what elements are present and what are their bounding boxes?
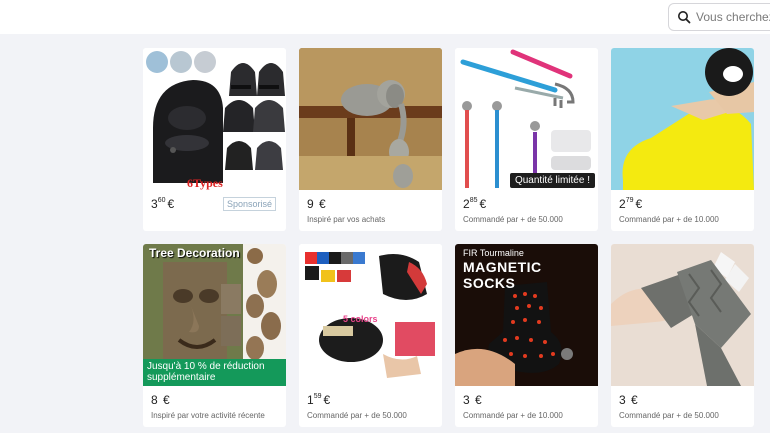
search-icon [678, 11, 691, 24]
image-title-tree-decoration: Tree Decoration [149, 246, 240, 260]
product-price: 360 € [151, 197, 175, 211]
product-image-balaclava[interactable]: 6Types [143, 48, 286, 190]
image-caption-5-colors: 5 colors [343, 314, 378, 324]
product-card[interactable]: 5 colors 159 € Commandé par + de 50.000 [299, 244, 442, 427]
product-card[interactable]: 279 € Commandé par + de 10.000 [611, 48, 754, 231]
product-card[interactable]: 6Types 360 € Sponsorisé [143, 48, 286, 231]
search-input[interactable] [696, 7, 770, 27]
product-image-fingerless-gloves[interactable] [611, 244, 754, 386]
product-price: 279 € [619, 197, 643, 211]
product-price: 9 € [307, 197, 326, 211]
product-price: 3 € [619, 393, 638, 407]
product-card[interactable]: Quantité limitée ! 285 € Commandé par + d… [455, 48, 598, 231]
limited-quantity-badge: Quantité limitée ! [509, 173, 595, 188]
product-caption: Inspiré par vos achats [307, 215, 386, 224]
search-box[interactable] [668, 3, 770, 31]
image-caption-6types: 6Types [187, 176, 223, 190]
product-card[interactable]: Tree Decoration Jusqu'à 10 % de réductio… [143, 244, 286, 427]
product-image-back-scratcher[interactable]: Quantité limitée ! [455, 48, 598, 190]
product-price: 8 € [151, 393, 170, 407]
product-image-elephant[interactable] [299, 48, 442, 190]
image-title-magnetic-socks: MAGNETIC SOCKS [463, 259, 542, 291]
product-image-magnetic-socks[interactable]: FIR Tourmaline MAGNETIC SOCKS [455, 244, 598, 386]
product-caption: Commandé par + de 50.000 [307, 411, 407, 420]
product-card[interactable]: 3 € Commandé par + de 50.000 [611, 244, 754, 427]
sponsored-badge: Sponsorisé [222, 197, 276, 211]
promo-banner: Jusqu'à 10 % de réduction supplémentaire [143, 359, 286, 386]
product-card[interactable]: 9 € Inspiré par vos achats [299, 48, 442, 231]
product-price: 159 € [307, 393, 331, 407]
image-subtitle-fir-tourmaline: FIR Tourmaline [463, 248, 524, 258]
product-caption: Commandé par + de 50.000 [619, 411, 719, 420]
product-image-tree-face[interactable]: Tree Decoration Jusqu'à 10 % de réductio… [143, 244, 286, 386]
product-caption: Inspiré par votre activité récente [151, 411, 265, 420]
top-bar [0, 0, 770, 34]
product-card[interactable]: FIR Tourmaline MAGNETIC SOCKS 3 € Comman… [455, 244, 598, 427]
product-image-shoe-cover[interactable] [611, 48, 754, 190]
product-caption: Commandé par + de 50.000 [463, 215, 563, 224]
product-price: 285 € [463, 197, 487, 211]
product-price: 3 € [463, 393, 482, 407]
product-caption: Commandé par + de 10.000 [463, 411, 563, 420]
product-caption: Commandé par + de 10.000 [619, 215, 719, 224]
product-image-wrist-wallet[interactable]: 5 colors [299, 244, 442, 386]
